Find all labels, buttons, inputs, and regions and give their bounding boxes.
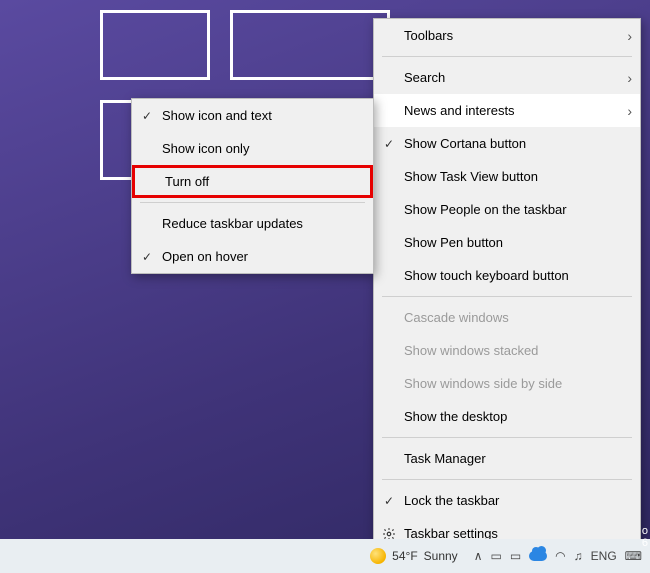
menu-item-pen[interactable]: Show Pen button xyxy=(374,226,640,259)
weather-widget[interactable]: 54°F Sunny xyxy=(362,548,466,564)
menu-label: Show icon and text xyxy=(162,108,365,123)
menu-label: Cascade windows xyxy=(404,310,632,325)
menu-item-sidebyside: Show windows side by side xyxy=(374,367,640,400)
menu-label: Show the desktop xyxy=(404,409,632,424)
language-indicator[interactable]: ENG xyxy=(591,549,617,563)
menu-label: Show windows stacked xyxy=(404,343,632,358)
ime-icon[interactable]: ⌨ xyxy=(625,549,642,563)
menu-item-show-desktop[interactable]: Show the desktop xyxy=(374,400,640,433)
speaker-icon[interactable]: ♫ xyxy=(574,549,583,563)
taskbar-context-menu: Toolbars › Search › News and interests ›… xyxy=(373,18,641,551)
menu-label: Show touch keyboard button xyxy=(404,268,632,283)
weather-temp: 54°F xyxy=(392,549,417,563)
check-icon: ✓ xyxy=(132,250,162,264)
menu-label: Show Pen button xyxy=(404,235,632,250)
onedrive-icon[interactable] xyxy=(529,551,547,561)
menu-label: Show windows side by side xyxy=(404,376,632,391)
menu-label: Task Manager xyxy=(404,451,632,466)
menu-label: Show People on the taskbar xyxy=(404,202,632,217)
menu-item-search[interactable]: Search › xyxy=(374,61,640,94)
separator xyxy=(382,437,632,438)
menu-item-show-icon-and-text[interactable]: ✓ Show icon and text xyxy=(132,99,373,132)
tray-overflow-icon[interactable]: ∧ xyxy=(474,549,483,563)
menu-item-lock-taskbar[interactable]: ✓ Lock the taskbar xyxy=(374,484,640,517)
menu-item-taskview[interactable]: Show Task View button xyxy=(374,160,640,193)
system-tray: ∧ ▭ ▭ ◠ ♫ ENG ⌨ xyxy=(466,549,650,563)
menu-label: Reduce taskbar updates xyxy=(162,216,365,231)
menu-label: Show icon only xyxy=(162,141,365,156)
menu-label: News and interests xyxy=(404,103,618,118)
menu-label: Search xyxy=(404,70,618,85)
menu-item-task-manager[interactable]: Task Manager xyxy=(374,442,640,475)
chevron-right-icon: › xyxy=(618,28,632,44)
menu-item-show-icon-only[interactable]: Show icon only xyxy=(132,132,373,165)
battery-icon[interactable]: ▭ xyxy=(490,549,501,563)
menu-label: Lock the taskbar xyxy=(404,493,632,508)
menu-item-cascade: Cascade windows xyxy=(374,301,640,334)
check-icon: ✓ xyxy=(132,109,162,123)
menu-item-touch-keyboard[interactable]: Show touch keyboard button xyxy=(374,259,640,292)
chevron-right-icon: › xyxy=(618,70,632,86)
menu-item-open-on-hover[interactable]: ✓ Open on hover xyxy=(132,240,373,273)
menu-item-toolbars[interactable]: Toolbars › xyxy=(374,19,640,52)
taskbar[interactable]: 54°F Sunny ∧ ▭ ▭ ◠ ♫ ENG ⌨ o6 xyxy=(0,539,650,573)
menu-label: Turn off xyxy=(165,174,362,189)
menu-item-turn-off[interactable]: Turn off xyxy=(132,165,373,198)
menu-label: Open on hover xyxy=(162,249,365,264)
check-icon: ✓ xyxy=(374,137,404,151)
chevron-right-icon: › xyxy=(618,103,632,119)
menu-label: Toolbars xyxy=(404,28,618,43)
logo-pane xyxy=(230,10,390,80)
check-icon: ✓ xyxy=(374,494,404,508)
display-icon[interactable]: ▭ xyxy=(510,549,521,563)
menu-item-cortana[interactable]: ✓ Show Cortana button xyxy=(374,127,640,160)
menu-label: Show Task View button xyxy=(404,169,632,184)
sun-icon xyxy=(370,548,386,564)
menu-label: Show Cortana button xyxy=(404,136,632,151)
logo-pane xyxy=(100,10,210,80)
separator xyxy=(382,56,632,57)
separator xyxy=(382,296,632,297)
clock-fragment: o6 xyxy=(642,525,648,549)
network-icon[interactable]: ◠ xyxy=(555,549,565,563)
separator xyxy=(140,202,365,203)
menu-item-reduce-updates[interactable]: Reduce taskbar updates xyxy=(132,207,373,240)
weather-cond: Sunny xyxy=(424,549,458,563)
desktop: Toolbars › Search › News and interests ›… xyxy=(0,0,650,573)
menu-item-stacked: Show windows stacked xyxy=(374,334,640,367)
menu-item-news-and-interests[interactable]: News and interests › xyxy=(374,94,640,127)
news-interests-submenu: ✓ Show icon and text Show icon only Turn… xyxy=(131,98,374,274)
menu-item-people[interactable]: Show People on the taskbar xyxy=(374,193,640,226)
separator xyxy=(382,479,632,480)
